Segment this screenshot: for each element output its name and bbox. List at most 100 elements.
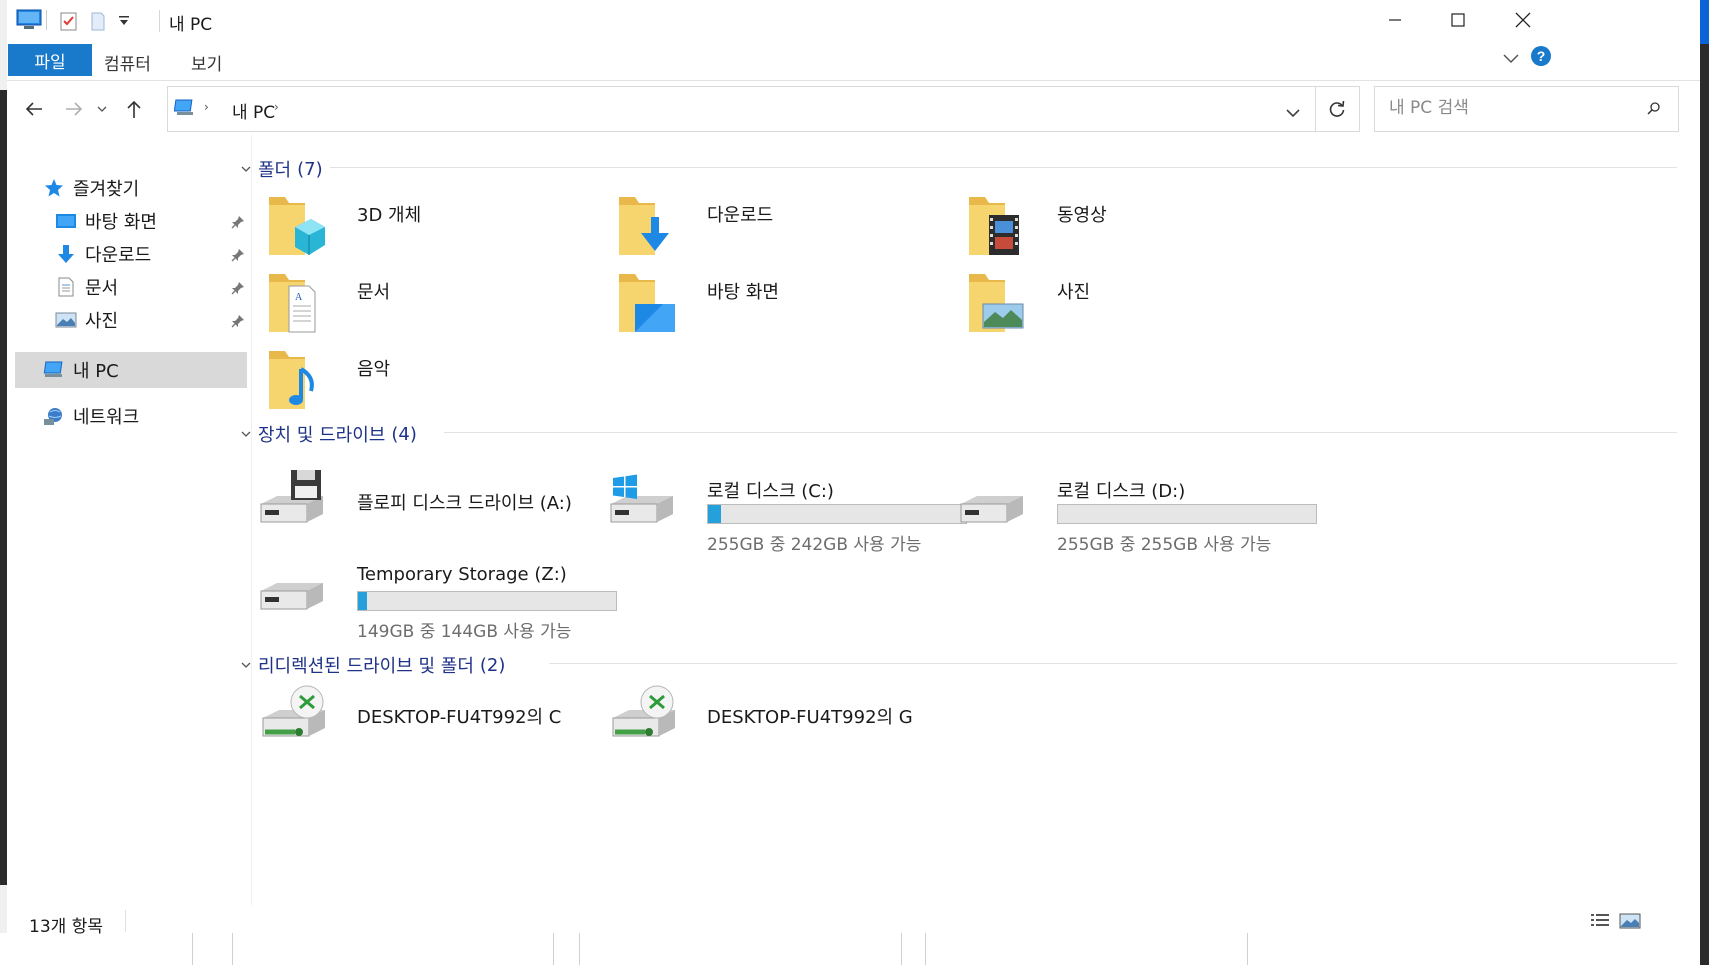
pin-icon[interactable] [231,213,245,234]
floppy-drive-icon [260,470,323,523]
folder-3d-objects[interactable] [265,193,325,265]
group-name: 폴더 [258,160,292,181]
folder-label[interactable]: 문서 [357,278,390,304]
folder-documents[interactable]: A [265,270,325,342]
sidebar-item-downloads[interactable]: 다운로드 [55,238,245,270]
folder-label[interactable]: 사진 [1057,278,1090,304]
desktop-icon [55,210,77,232]
customize-toolbar-chevron-icon[interactable] [118,13,130,32]
search-box[interactable] [1374,86,1679,132]
folder-label[interactable]: 3D 개체 [357,201,421,227]
tab-file[interactable]: 파일 [8,44,92,76]
breadcrumb-separator-icon[interactable]: › [204,100,209,114]
folder-downloads-icon [619,197,669,255]
document-icon [55,276,77,298]
search-input[interactable] [1387,97,1641,119]
group-count: (7) [297,158,323,180]
folder-videos[interactable] [965,193,1025,265]
close-icon [1515,12,1531,28]
folder-documents-icon: A [269,274,316,333]
picture-icon [55,309,77,331]
redirected-drive-label[interactable]: DESKTOP-FU4T992의 G [707,703,913,729]
sidebar-item-label: 문서 [85,278,119,299]
back-button[interactable] [19,94,49,124]
drive-usage-text: 149GB 중 144GB 사용 가능 [357,622,572,642]
minimize-button[interactable] [1360,0,1430,40]
details-view-icon[interactable] [1590,912,1610,934]
drive-d[interactable] [957,468,1027,532]
drive-usage-fill [358,592,367,610]
folder-pictures[interactable] [965,270,1025,342]
drive-label[interactable]: 플로피 디스크 드라이브 (A:) [357,489,572,515]
folder-3d-objects-icon [269,197,325,255]
chevron-down-icon [241,166,251,172]
folder-downloads[interactable] [615,193,675,265]
folder-label[interactable]: 음악 [357,355,390,381]
this-pc-small-icon [173,99,196,121]
refresh-icon [1329,100,1344,117]
search-icon[interactable] [1647,100,1661,119]
group-count: (4) [391,423,417,445]
drive-label[interactable]: 로컬 디스크 (C:) [707,477,834,503]
large-icons-view-icon[interactable] [1619,912,1641,934]
drive-usage-text: 255GB 중 242GB 사용 가능 [707,535,922,555]
download-arrow-icon [55,243,77,265]
drive-label[interactable]: Temporary Storage (Z:) [357,564,567,585]
drive-usage-bar [707,504,967,524]
up-arrow-icon [127,100,141,118]
address-history-chevron-icon[interactable] [1285,103,1301,122]
sidebar-item-network[interactable]: 네트워크 [43,400,139,432]
help-icon[interactable]: ? [1530,45,1552,71]
desktop-background-left [0,90,7,885]
sidebar-item-label: 다운로드 [85,245,152,266]
sidebar-item-quick-access[interactable]: 즐겨찾기 [43,172,139,204]
tab-computer[interactable]: 컴퓨터 [104,50,151,75]
pin-icon[interactable] [231,279,245,300]
pin-icon[interactable] [231,312,245,333]
folder-label[interactable]: 바탕 화면 [707,278,779,304]
sidebar-item-this-pc[interactable]: 내 PC [43,354,119,386]
drive-floppy[interactable] [257,468,327,532]
redirected-drive-label[interactable]: DESKTOP-FU4T992의 C [357,703,561,729]
folder-music[interactable] [265,347,325,419]
folder-videos-icon [969,197,1019,255]
drive-label[interactable]: 로컬 디스크 (D:) [1057,477,1185,503]
redirected-drive-c[interactable] [259,682,329,750]
breadcrumb-chevron-icon[interactable]: › [274,100,279,114]
sidebar-item-label: 네트워크 [73,407,140,428]
desktop-background-bottom [0,933,1700,965]
drive-z[interactable] [257,555,327,619]
forward-button[interactable] [59,94,89,124]
up-button[interactable] [119,94,149,124]
group-name: 장치 및 드라이브 [258,425,386,446]
refresh-button[interactable] [1314,86,1360,132]
properties-icon[interactable] [60,11,78,35]
maximize-button[interactable] [1423,0,1493,40]
folder-desktop[interactable] [615,270,675,342]
group-header-devices[interactable]: 장치 및 드라이브 (4) [240,421,417,447]
recent-locations-button[interactable] [92,94,112,124]
pin-icon[interactable] [231,246,245,267]
breadcrumb-this-pc[interactable]: 내 PC [232,98,275,123]
new-folder-icon[interactable] [89,11,107,35]
drive-c[interactable] [607,468,677,532]
folder-label[interactable]: 동영상 [1057,201,1107,227]
group-header-folders[interactable]: 폴더 (7) [240,156,323,182]
folder-label[interactable]: 다운로드 [707,201,773,227]
address-bar[interactable]: › 내 PC › [167,86,1316,132]
drive-usage-bar [1057,504,1317,524]
group-count: (2) [479,654,506,676]
sidebar-item-pictures[interactable]: 사진 [55,304,245,336]
network-icon [43,405,65,427]
folder-music-icon [269,351,314,409]
redirected-drive-g[interactable] [609,682,679,750]
close-button[interactable] [1488,0,1558,40]
group-header-redirected[interactable]: 리디렉션된 드라이브 및 폴더 (2) [240,652,505,678]
sidebar-item-documents[interactable]: 문서 [55,271,245,303]
group-name: 리디렉션된 드라이브 및 폴더 [258,656,474,677]
tab-view[interactable]: 보기 [191,50,222,75]
expand-ribbon-chevron-icon[interactable] [1502,50,1520,69]
window-title: 내 PC [169,15,213,35]
this-pc-icon [15,8,43,36]
sidebar-item-desktop[interactable]: 바탕 화면 [55,205,245,237]
